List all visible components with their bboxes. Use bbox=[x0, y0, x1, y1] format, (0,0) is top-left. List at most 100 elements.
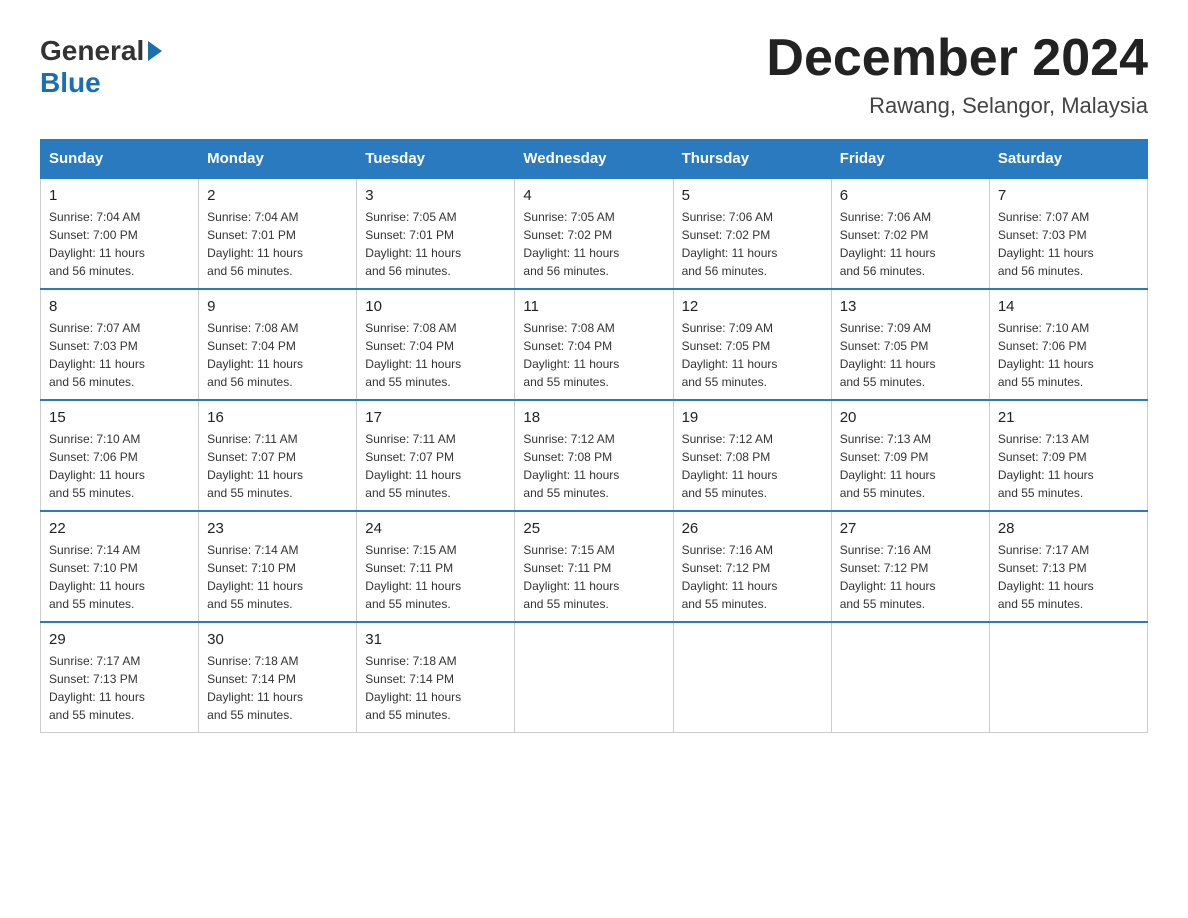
day-info: Sunrise: 7:09 AM Sunset: 7:05 PM Dayligh… bbox=[682, 321, 778, 389]
day-number: 29 bbox=[49, 631, 190, 648]
day-number: 15 bbox=[49, 409, 190, 426]
calendar-cell: 1 Sunrise: 7:04 AM Sunset: 7:00 PM Dayli… bbox=[41, 178, 199, 289]
day-info: Sunrise: 7:08 AM Sunset: 7:04 PM Dayligh… bbox=[523, 321, 619, 389]
day-info: Sunrise: 7:18 AM Sunset: 7:14 PM Dayligh… bbox=[365, 654, 461, 722]
calendar-cell: 29 Sunrise: 7:17 AM Sunset: 7:13 PM Dayl… bbox=[41, 622, 199, 733]
day-info: Sunrise: 7:13 AM Sunset: 7:09 PM Dayligh… bbox=[840, 432, 936, 500]
day-info: Sunrise: 7:06 AM Sunset: 7:02 PM Dayligh… bbox=[682, 210, 778, 278]
day-info: Sunrise: 7:11 AM Sunset: 7:07 PM Dayligh… bbox=[207, 432, 303, 500]
calendar-cell: 18 Sunrise: 7:12 AM Sunset: 7:08 PM Dayl… bbox=[515, 400, 673, 511]
day-info: Sunrise: 7:04 AM Sunset: 7:01 PM Dayligh… bbox=[207, 210, 303, 278]
logo-general-text: General bbox=[40, 35, 144, 67]
day-number: 31 bbox=[365, 631, 506, 648]
day-info: Sunrise: 7:12 AM Sunset: 7:08 PM Dayligh… bbox=[523, 432, 619, 500]
day-number: 26 bbox=[682, 520, 823, 537]
page-header: General Blue December 2024 Rawang, Selan… bbox=[40, 30, 1148, 119]
day-info: Sunrise: 7:10 AM Sunset: 7:06 PM Dayligh… bbox=[49, 432, 145, 500]
day-number: 22 bbox=[49, 520, 190, 537]
weekday-header-friday: Friday bbox=[831, 140, 989, 179]
calendar-cell bbox=[989, 622, 1147, 733]
calendar-cell: 7 Sunrise: 7:07 AM Sunset: 7:03 PM Dayli… bbox=[989, 178, 1147, 289]
calendar-cell bbox=[515, 622, 673, 733]
title-area: December 2024 Rawang, Selangor, Malaysia bbox=[766, 30, 1148, 119]
day-number: 19 bbox=[682, 409, 823, 426]
calendar-table: SundayMondayTuesdayWednesdayThursdayFrid… bbox=[40, 139, 1148, 733]
day-info: Sunrise: 7:05 AM Sunset: 7:01 PM Dayligh… bbox=[365, 210, 461, 278]
day-info: Sunrise: 7:08 AM Sunset: 7:04 PM Dayligh… bbox=[207, 321, 303, 389]
day-number: 16 bbox=[207, 409, 348, 426]
calendar-cell: 12 Sunrise: 7:09 AM Sunset: 7:05 PM Dayl… bbox=[673, 289, 831, 400]
day-number: 17 bbox=[365, 409, 506, 426]
day-info: Sunrise: 7:05 AM Sunset: 7:02 PM Dayligh… bbox=[523, 210, 619, 278]
day-number: 23 bbox=[207, 520, 348, 537]
calendar-cell: 20 Sunrise: 7:13 AM Sunset: 7:09 PM Dayl… bbox=[831, 400, 989, 511]
calendar-cell: 24 Sunrise: 7:15 AM Sunset: 7:11 PM Dayl… bbox=[357, 511, 515, 622]
logo-general: General bbox=[40, 35, 162, 67]
day-number: 20 bbox=[840, 409, 981, 426]
weekday-header-row: SundayMondayTuesdayWednesdayThursdayFrid… bbox=[41, 140, 1148, 179]
calendar-cell: 9 Sunrise: 7:08 AM Sunset: 7:04 PM Dayli… bbox=[199, 289, 357, 400]
week-row-2: 8 Sunrise: 7:07 AM Sunset: 7:03 PM Dayli… bbox=[41, 289, 1148, 400]
day-info: Sunrise: 7:17 AM Sunset: 7:13 PM Dayligh… bbox=[998, 543, 1094, 611]
logo: General Blue bbox=[40, 30, 162, 99]
day-info: Sunrise: 7:04 AM Sunset: 7:00 PM Dayligh… bbox=[49, 210, 145, 278]
week-row-1: 1 Sunrise: 7:04 AM Sunset: 7:00 PM Dayli… bbox=[41, 178, 1148, 289]
calendar-cell: 22 Sunrise: 7:14 AM Sunset: 7:10 PM Dayl… bbox=[41, 511, 199, 622]
day-info: Sunrise: 7:16 AM Sunset: 7:12 PM Dayligh… bbox=[840, 543, 936, 611]
logo-blue-text: Blue bbox=[40, 67, 101, 99]
calendar-cell: 11 Sunrise: 7:08 AM Sunset: 7:04 PM Dayl… bbox=[515, 289, 673, 400]
calendar-cell bbox=[673, 622, 831, 733]
day-number: 21 bbox=[998, 409, 1139, 426]
day-info: Sunrise: 7:14 AM Sunset: 7:10 PM Dayligh… bbox=[207, 543, 303, 611]
weekday-header-tuesday: Tuesday bbox=[357, 140, 515, 179]
calendar-cell: 8 Sunrise: 7:07 AM Sunset: 7:03 PM Dayli… bbox=[41, 289, 199, 400]
calendar-cell: 31 Sunrise: 7:18 AM Sunset: 7:14 PM Dayl… bbox=[357, 622, 515, 733]
day-number: 2 bbox=[207, 187, 348, 204]
day-info: Sunrise: 7:07 AM Sunset: 7:03 PM Dayligh… bbox=[998, 210, 1094, 278]
day-info: Sunrise: 7:07 AM Sunset: 7:03 PM Dayligh… bbox=[49, 321, 145, 389]
day-number: 18 bbox=[523, 409, 664, 426]
day-number: 13 bbox=[840, 298, 981, 315]
weekday-header-wednesday: Wednesday bbox=[515, 140, 673, 179]
calendar-cell: 13 Sunrise: 7:09 AM Sunset: 7:05 PM Dayl… bbox=[831, 289, 989, 400]
day-info: Sunrise: 7:11 AM Sunset: 7:07 PM Dayligh… bbox=[365, 432, 461, 500]
day-info: Sunrise: 7:18 AM Sunset: 7:14 PM Dayligh… bbox=[207, 654, 303, 722]
day-info: Sunrise: 7:15 AM Sunset: 7:11 PM Dayligh… bbox=[365, 543, 461, 611]
day-info: Sunrise: 7:10 AM Sunset: 7:06 PM Dayligh… bbox=[998, 321, 1094, 389]
calendar-cell: 26 Sunrise: 7:16 AM Sunset: 7:12 PM Dayl… bbox=[673, 511, 831, 622]
calendar-cell: 25 Sunrise: 7:15 AM Sunset: 7:11 PM Dayl… bbox=[515, 511, 673, 622]
calendar-cell: 15 Sunrise: 7:10 AM Sunset: 7:06 PM Dayl… bbox=[41, 400, 199, 511]
weekday-header-monday: Monday bbox=[199, 140, 357, 179]
day-number: 10 bbox=[365, 298, 506, 315]
calendar-cell: 23 Sunrise: 7:14 AM Sunset: 7:10 PM Dayl… bbox=[199, 511, 357, 622]
calendar-cell bbox=[831, 622, 989, 733]
day-info: Sunrise: 7:12 AM Sunset: 7:08 PM Dayligh… bbox=[682, 432, 778, 500]
day-info: Sunrise: 7:14 AM Sunset: 7:10 PM Dayligh… bbox=[49, 543, 145, 611]
calendar-cell: 14 Sunrise: 7:10 AM Sunset: 7:06 PM Dayl… bbox=[989, 289, 1147, 400]
day-number: 28 bbox=[998, 520, 1139, 537]
calendar-cell: 4 Sunrise: 7:05 AM Sunset: 7:02 PM Dayli… bbox=[515, 178, 673, 289]
calendar-cell: 28 Sunrise: 7:17 AM Sunset: 7:13 PM Dayl… bbox=[989, 511, 1147, 622]
day-number: 8 bbox=[49, 298, 190, 315]
week-row-5: 29 Sunrise: 7:17 AM Sunset: 7:13 PM Dayl… bbox=[41, 622, 1148, 733]
calendar-cell: 6 Sunrise: 7:06 AM Sunset: 7:02 PM Dayli… bbox=[831, 178, 989, 289]
week-row-3: 15 Sunrise: 7:10 AM Sunset: 7:06 PM Dayl… bbox=[41, 400, 1148, 511]
day-number: 30 bbox=[207, 631, 348, 648]
day-info: Sunrise: 7:17 AM Sunset: 7:13 PM Dayligh… bbox=[49, 654, 145, 722]
calendar-cell: 21 Sunrise: 7:13 AM Sunset: 7:09 PM Dayl… bbox=[989, 400, 1147, 511]
location-title: Rawang, Selangor, Malaysia bbox=[766, 93, 1148, 119]
day-info: Sunrise: 7:15 AM Sunset: 7:11 PM Dayligh… bbox=[523, 543, 619, 611]
calendar-cell: 3 Sunrise: 7:05 AM Sunset: 7:01 PM Dayli… bbox=[357, 178, 515, 289]
calendar-cell: 27 Sunrise: 7:16 AM Sunset: 7:12 PM Dayl… bbox=[831, 511, 989, 622]
week-row-4: 22 Sunrise: 7:14 AM Sunset: 7:10 PM Dayl… bbox=[41, 511, 1148, 622]
day-info: Sunrise: 7:08 AM Sunset: 7:04 PM Dayligh… bbox=[365, 321, 461, 389]
day-number: 3 bbox=[365, 187, 506, 204]
calendar-cell: 17 Sunrise: 7:11 AM Sunset: 7:07 PM Dayl… bbox=[357, 400, 515, 511]
calendar-cell: 5 Sunrise: 7:06 AM Sunset: 7:02 PM Dayli… bbox=[673, 178, 831, 289]
day-number: 6 bbox=[840, 187, 981, 204]
day-number: 9 bbox=[207, 298, 348, 315]
day-number: 27 bbox=[840, 520, 981, 537]
day-info: Sunrise: 7:13 AM Sunset: 7:09 PM Dayligh… bbox=[998, 432, 1094, 500]
day-number: 14 bbox=[998, 298, 1139, 315]
weekday-header-saturday: Saturday bbox=[989, 140, 1147, 179]
